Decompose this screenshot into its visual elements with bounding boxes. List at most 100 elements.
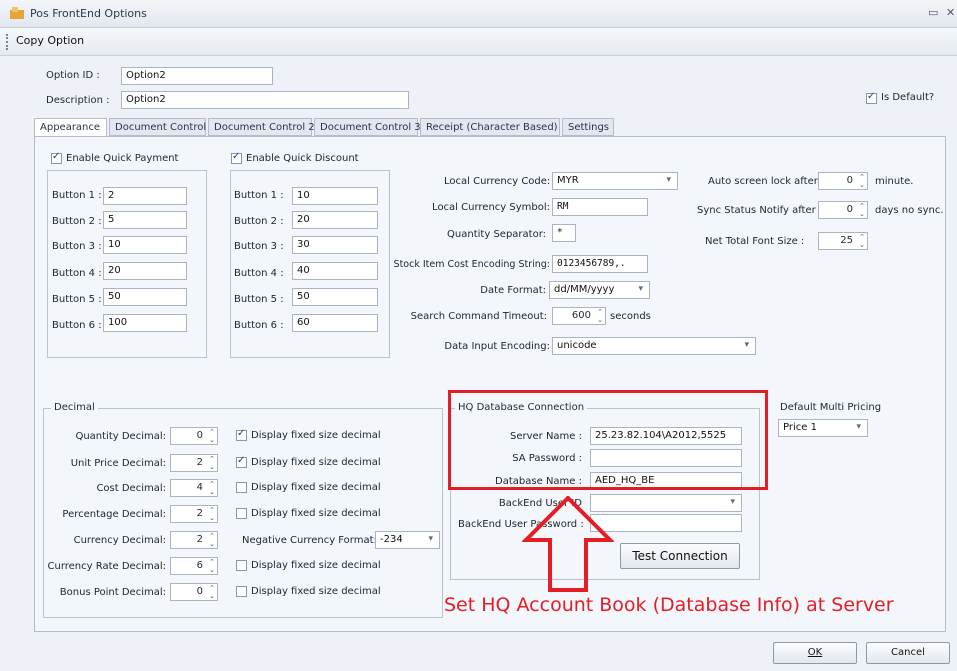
decimal-label: Currency Decimal: (73, 535, 166, 546)
qp-button-label: Button 1 : (52, 190, 102, 201)
qp-button-label: Button 6 : (52, 320, 102, 331)
qp-button-label: Button 2 : (52, 216, 102, 227)
fixed-size-decimal-checkbox[interactable] (236, 455, 247, 468)
decimal-label: Percentage Decimal: (62, 509, 166, 520)
qp-button-label: Button 5 : (52, 294, 102, 305)
auto-lock-label: Auto screen lock after (708, 176, 818, 187)
date-format-label: Date Format: (480, 285, 546, 296)
tab-document-control-2[interactable]: Document Control 2 (208, 118, 315, 136)
qp-button-input[interactable]: 20 (103, 262, 187, 280)
local-currency-symbol-input[interactable]: RM (552, 198, 648, 216)
qd-button-input[interactable]: 20 (292, 211, 378, 229)
qd-button-label: Button 4 : (234, 268, 284, 279)
tab-appearance[interactable]: Appearance (34, 118, 107, 137)
data-input-encoding-label: Data Input Encoding: (444, 341, 550, 352)
enable-quick-discount-checkbox[interactable] (231, 151, 242, 164)
auto-lock-stepper[interactable]: 0 (818, 172, 868, 190)
copy-option-button[interactable]: Copy Option (16, 34, 84, 47)
local-currency-code-dropdown[interactable]: MYR (552, 172, 678, 190)
enable-quick-discount-label: Enable Quick Discount (246, 153, 359, 164)
negative-currency-format-dropdown[interactable]: -234 (375, 531, 440, 549)
qd-button-label: Button 1 : (234, 190, 284, 201)
fixed-size-decimal-label: Display fixed size decimal (251, 508, 381, 519)
tab-settings[interactable]: Settings (562, 118, 614, 136)
sync-notify-label: Sync Status Notify after (697, 205, 816, 216)
description-label: Description : (46, 95, 110, 106)
description-input[interactable]: Option2 (121, 91, 409, 109)
days-no-sync-label: days no sync. (875, 205, 944, 216)
fixed-size-decimal-checkbox[interactable] (236, 586, 247, 597)
qp-button-input[interactable]: 2 (103, 187, 187, 205)
net-total-font-size-stepper[interactable]: 25 (818, 232, 868, 250)
qd-button-input[interactable]: 60 (292, 314, 378, 332)
decimal-stepper[interactable]: 2 (170, 454, 218, 472)
qp-button-input[interactable]: 100 (103, 314, 187, 332)
stock-cost-encoding-input[interactable]: 0123456789,. (552, 255, 648, 273)
decimal-group-title: Decimal (51, 402, 98, 413)
negative-currency-format-label: Negative Currency Format: (242, 535, 377, 546)
highlight-box (448, 390, 768, 490)
qp-button-input[interactable]: 10 (103, 236, 187, 254)
qd-button-label: Button 6 : (234, 320, 284, 331)
toolbar-grip-icon[interactable] (6, 34, 10, 50)
qd-button-input[interactable]: 10 (292, 187, 378, 205)
fixed-size-decimal-label: Display fixed size decimal (251, 586, 381, 597)
qp-button-label: Button 4 : (52, 268, 102, 279)
enable-quick-payment-checkbox[interactable] (51, 151, 62, 164)
cancel-button[interactable]: Cancel (866, 642, 950, 664)
tab-receipt[interactable]: Receipt (Character Based) (420, 118, 560, 136)
decimal-stepper[interactable]: 2 (170, 505, 218, 523)
quantity-separator-input[interactable]: * (552, 224, 576, 242)
search-timeout-label: Search Command Timeout: (410, 311, 547, 322)
app-icon (10, 7, 24, 19)
qp-button-input[interactable]: 50 (103, 288, 187, 306)
qd-button-input[interactable]: 40 (292, 262, 378, 280)
test-connection-button[interactable]: Test Connection (620, 543, 740, 569)
seconds-label: seconds (610, 311, 651, 322)
decimal-stepper[interactable]: 6 (170, 557, 218, 575)
tab-document-control[interactable]: Document Control (109, 118, 206, 136)
close-icon[interactable]: ✕ (946, 6, 955, 19)
sync-notify-stepper[interactable]: 0 (818, 201, 868, 219)
fixed-size-decimal-label: Display fixed size decimal (251, 430, 381, 441)
fixed-size-decimal-checkbox[interactable] (236, 560, 247, 571)
decimal-label: Currency Rate Decimal: (47, 561, 167, 572)
option-id-label: Option ID : (46, 70, 100, 81)
decimal-label: Unit Price Decimal: (70, 458, 166, 469)
fixed-size-decimal-checkbox[interactable] (236, 508, 247, 519)
window-title: Pos FrontEnd Options (30, 7, 147, 20)
local-currency-symbol-label: Local Currency Symbol: (432, 202, 550, 213)
qd-button-label: Button 3 : (234, 241, 284, 252)
date-format-dropdown[interactable]: dd/MM/yyyy (549, 281, 650, 299)
net-total-font-size-label: Net Total Font Size : (705, 236, 805, 247)
fixed-size-decimal-label: Display fixed size decimal (251, 457, 381, 468)
decimal-stepper[interactable]: 0 (170, 427, 218, 445)
fixed-size-decimal-label: Display fixed size decimal (251, 482, 381, 493)
qd-button-input[interactable]: 30 (292, 236, 378, 254)
fixed-size-decimal-checkbox[interactable] (236, 428, 247, 441)
search-timeout-stepper[interactable]: 600 (552, 307, 606, 325)
tab-document-control-3[interactable]: Document Control 3 (314, 118, 421, 136)
enable-quick-payment-label: Enable Quick Payment (66, 153, 179, 164)
decimal-label: Cost Decimal: (96, 483, 166, 494)
toolbar: Copy Option (0, 28, 957, 56)
title-bar: Pos FrontEnd Options ▭ ✕ (0, 0, 957, 28)
option-id-input[interactable]: Option2 (121, 67, 273, 85)
decimal-stepper[interactable]: 0 (170, 583, 218, 601)
data-input-encoding-dropdown[interactable]: unicode (552, 337, 756, 355)
decimal-stepper[interactable]: 2 (170, 531, 218, 549)
quantity-separator-label: Quantity Separator: (447, 229, 546, 240)
default-multi-pricing-label: Default Multi Pricing (780, 402, 882, 413)
fixed-size-decimal-label: Display fixed size decimal (251, 560, 381, 571)
decimal-stepper[interactable]: 4 (170, 479, 218, 497)
qd-button-label: Button 2 : (234, 216, 284, 227)
qd-button-label: Button 5 : (234, 294, 284, 305)
fixed-size-decimal-checkbox[interactable] (236, 482, 247, 493)
ok-button[interactable]: OK (773, 642, 857, 664)
qp-button-input[interactable]: 5 (103, 211, 187, 229)
decimal-label: Bonus Point Decimal: (59, 587, 166, 598)
is-default-checkbox[interactable] (866, 91, 877, 104)
restore-icon[interactable]: ▭ (928, 6, 938, 19)
qd-button-input[interactable]: 50 (292, 288, 378, 306)
default-multi-pricing-dropdown[interactable]: Price 1 (778, 419, 868, 437)
